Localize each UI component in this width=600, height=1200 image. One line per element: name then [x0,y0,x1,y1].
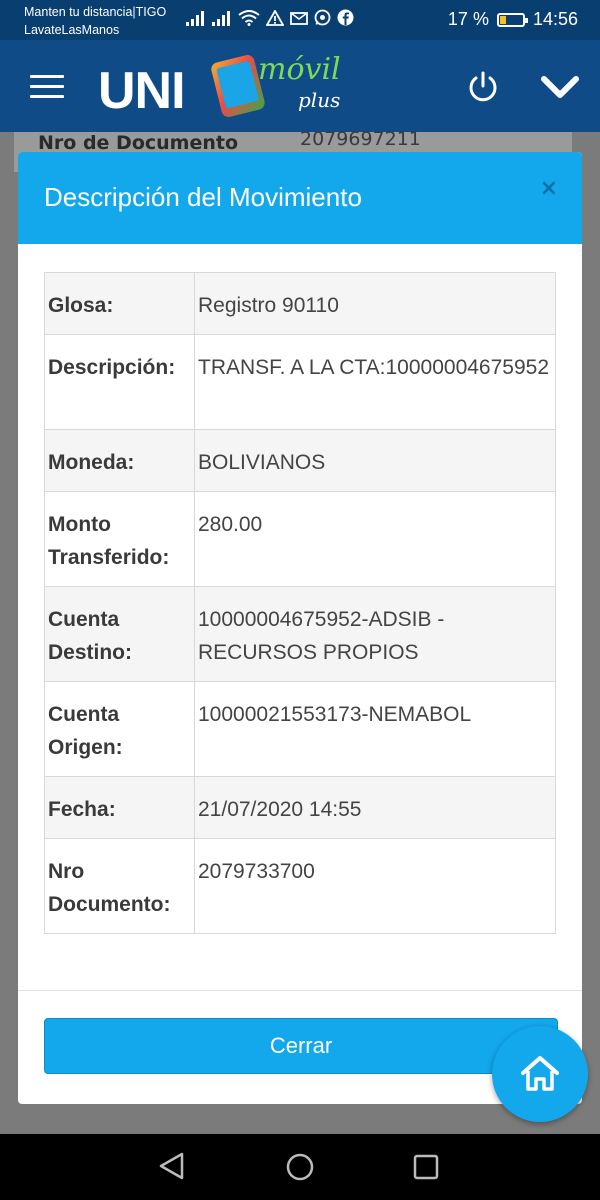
carrier-line-1: Manten tu distancia|TIGO [24,5,167,19]
background-value: 2079697211 [300,128,421,150]
home-icon [521,1056,559,1091]
back-icon[interactable] [158,1151,186,1181]
table-row: Fecha: 21/07/2020 14:55 [44,776,556,839]
facebook-icon [337,9,354,26]
row-value: 10000021553173-NEMABOL [194,681,556,777]
menu-icon[interactable] [30,75,64,99]
row-label: Cuenta Origen: [44,681,195,777]
row-label: Moneda: [44,429,195,492]
row-label: Fecha: [44,776,195,839]
signal-icon [212,10,230,26]
row-label: Descripción: [44,334,195,430]
status-right: 17 % 14:56 [448,9,578,30]
close-button[interactable]: Cerrar [44,1018,558,1074]
row-value: TRANSF. A LA CTA:10000004675952 [194,334,556,430]
row-value: Registro 90110 [194,272,556,335]
power-icon[interactable] [466,70,500,104]
status-icons [186,9,354,26]
modal-divider [18,990,582,991]
chevron-down-icon[interactable] [540,72,580,102]
row-value: BOLIVIANOS [194,429,556,492]
status-bar: Manten tu distancia|TIGO LavateLasManos … [0,0,600,40]
wifi-icon [238,9,260,26]
battery-icon [496,12,528,27]
home-nav-icon[interactable] [285,1152,315,1182]
row-label: Nro Documento: [44,838,195,934]
row-value: 280.00 [194,491,556,587]
modal-title: Descripción del Movimiento [44,182,362,212]
system-nav-bar [0,1134,600,1200]
table-row: Nro Documento: 2079733700 [44,838,556,934]
movement-detail-modal: Descripción del Movimiento × Glosa: Regi… [18,152,582,1104]
table-row: Glosa: Registro 90110 [44,272,556,335]
row-label: Cuenta Destino: [44,586,195,682]
table-row: Cuenta Destino: 10000004675952-ADSIB - R… [44,586,556,682]
logo-uni-text: UNI [98,62,186,120]
carrier-line-2: LavateLasManos [24,23,120,37]
clock: 14:56 [532,9,578,29]
message-icon [290,11,308,25]
table-row: Cuenta Origen: 10000021553173-NEMABOL [44,681,556,777]
table-row: Descripción: TRANSF. A LA CTA:1000000467… [44,334,556,430]
logo-movil-text: móvil [258,52,341,87]
row-value: 2079733700 [194,838,556,934]
recent-apps-icon[interactable] [413,1154,439,1180]
close-icon[interactable]: × [540,176,558,201]
whatsapp-icon [314,9,331,26]
app-logo: UNI móvil plus [98,52,348,124]
home-button[interactable] [492,1026,588,1122]
row-value: 21/07/2020 14:55 [194,776,556,839]
carrier-info: Manten tu distancia|TIGO LavateLasManos [24,3,166,39]
table-row: Moneda: BOLIVIANOS [44,429,556,492]
logo-plus-text: plus [298,88,341,112]
app-header: UNI móvil plus [0,40,600,132]
background-label: Nro de Documento [38,132,239,154]
warning-icon [266,9,284,26]
row-label: Monto Transferido: [44,491,195,587]
battery-percent: 17 % [447,9,489,29]
detail-table: Glosa: Registro 90110 Descripción: TRANS… [44,272,556,934]
row-value: 10000004675952-ADSIB - RECURSOS PROPIOS [194,586,556,682]
signal-icon [186,10,204,26]
modal-header: Descripción del Movimiento × [18,152,582,244]
row-label: Glosa: [44,272,195,335]
table-row: Monto Transferido: 280.00 [44,491,556,587]
